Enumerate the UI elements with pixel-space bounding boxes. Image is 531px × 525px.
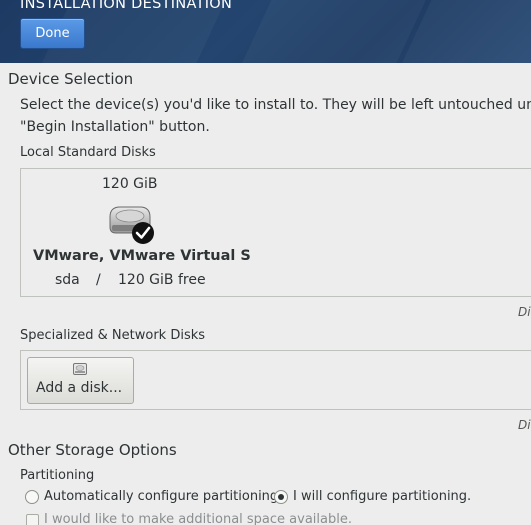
intro-text-line2: "Begin Installation" button. [20,119,210,135]
hard-drive-icon[interactable] [106,203,158,247]
disk-separator: / [96,272,101,288]
local-disks-label: Local Standard Disks [20,145,156,160]
additional-space-checkbox[interactable] [26,514,39,525]
device-selection-title: Device Selection [8,70,134,88]
manual-partitioning-radio[interactable] [274,490,288,504]
page-title: INSTALLATION DESTINATION [20,0,233,12]
disk-name: VMware, VMware Virtual S [33,248,251,264]
manual-partitioning-label[interactable]: I will configure partitioning. [293,489,471,504]
disk-size: 120 GiB [102,176,158,192]
specialized-disks-note: Di [518,418,531,432]
intro-text-line1: Select the device(s) you'd like to insta… [20,97,531,113]
additional-space-label[interactable]: I would like to make additional space av… [44,512,352,525]
local-disks-note: Di [518,305,531,319]
partitioning-label: Partitioning [20,468,95,483]
add-disk-button-label: Add a disk... [36,380,123,396]
other-storage-title: Other Storage Options [8,441,177,459]
auto-partitioning-label[interactable]: Automatically configure partitioning. [44,489,282,504]
disk-small-icon [73,363,87,375]
auto-partitioning-radio[interactable] [25,490,39,504]
installation-destination-screen: INSTALLATION DESTINATION Done Device Sel… [0,0,531,525]
specialized-disks-label: Specialized & Network Disks [20,328,206,343]
disk-free-space: 120 GiB free [118,272,206,288]
header-bar: INSTALLATION DESTINATION Done [0,0,531,63]
disk-device: sda [55,272,80,288]
done-button[interactable]: Done [20,18,85,49]
